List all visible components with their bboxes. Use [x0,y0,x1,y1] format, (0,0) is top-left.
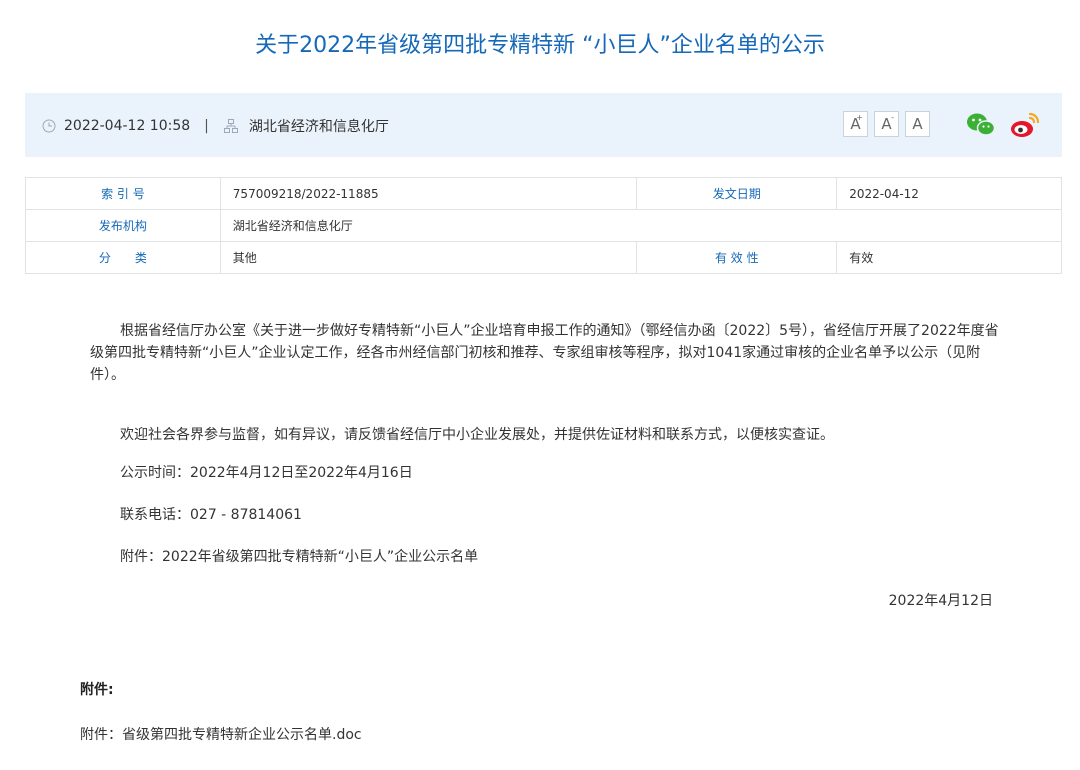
category-value: 其他 [219,241,638,274]
org-chart-icon [223,119,238,133]
table-row: 分 类 其他 有 效 性 有效 [25,241,1062,274]
table-row: 索 引 号 757009218/2022-11885 发文日期 2022-04-… [25,177,1062,210]
paragraph-supervision: 欢迎社会各界参与监督，如有异议，请反馈省经信厅中小企业发展处，并提供佐证材料和联… [120,427,834,443]
font-increase-button[interactable]: A + [843,111,868,137]
meta-separator: | [204,118,209,134]
meta-info: 2022-04-12 10:58 | 湖北省经济和信息化厅 [42,115,389,137]
paragraph-attachment: 附件：2022年省级第四批专精特新“小巨人”企业公示名单 [120,549,479,565]
font-reset-button[interactable]: A [905,111,930,137]
document-info-table: 索 引 号 757009218/2022-11885 发文日期 2022-04-… [25,177,1063,274]
signature-date: 2022年4月12日 [888,593,993,609]
meta-bar: 2022-04-12 10:58 | 湖北省经济和信息化厅 A + A- A [25,93,1062,157]
index-number-value: 757009218/2022-11885 [219,177,638,210]
font-increase-sup: + [856,113,863,122]
font-decrease-sup: - [891,113,894,122]
category-label: 分 类 [25,241,221,274]
font-size-controls: A + A- A [843,111,930,137]
publisher-value: 湖北省经济和信息化厅 [219,209,1063,242]
attachments-heading: 附件: [80,682,114,698]
publish-datetime: 2022-04-12 10:58 [64,118,191,134]
attachment-link[interactable]: 附件：省级第四批专精特新企业公示名单.doc [80,725,362,745]
paragraph-phone: 联系电话：027 - 87814061 [120,507,302,523]
index-number-label: 索 引 号 [25,177,221,210]
issue-date-label: 发文日期 [636,177,838,210]
validity-label: 有 效 性 [636,241,838,274]
font-decrease-label: A [881,115,892,133]
weibo-icon[interactable] [1009,111,1041,139]
font-decrease-button[interactable]: A- [874,111,899,137]
publish-source: 湖北省经济和信息化厅 [248,119,389,135]
paragraph-notice: 根据省经信厅办公室《关于进一步做好专精特新“小巨人”企业培育申报工作的通知》（鄂… [90,323,999,383]
paragraph-period: 公示时间：2022年4月12日至2022年4月16日 [120,465,413,481]
clock-icon [42,119,56,133]
validity-value: 有效 [836,241,1062,274]
wechat-icon[interactable] [965,111,997,139]
page-title: 关于2022年省级第四批专精特新 “小巨人”企业名单的公示 [255,33,825,58]
font-reset-label: A [912,115,923,133]
publisher-label: 发布机构 [25,209,221,242]
issue-date-value: 2022-04-12 [836,177,1062,210]
table-row: 发布机构 湖北省经济和信息化厅 [25,209,1063,242]
